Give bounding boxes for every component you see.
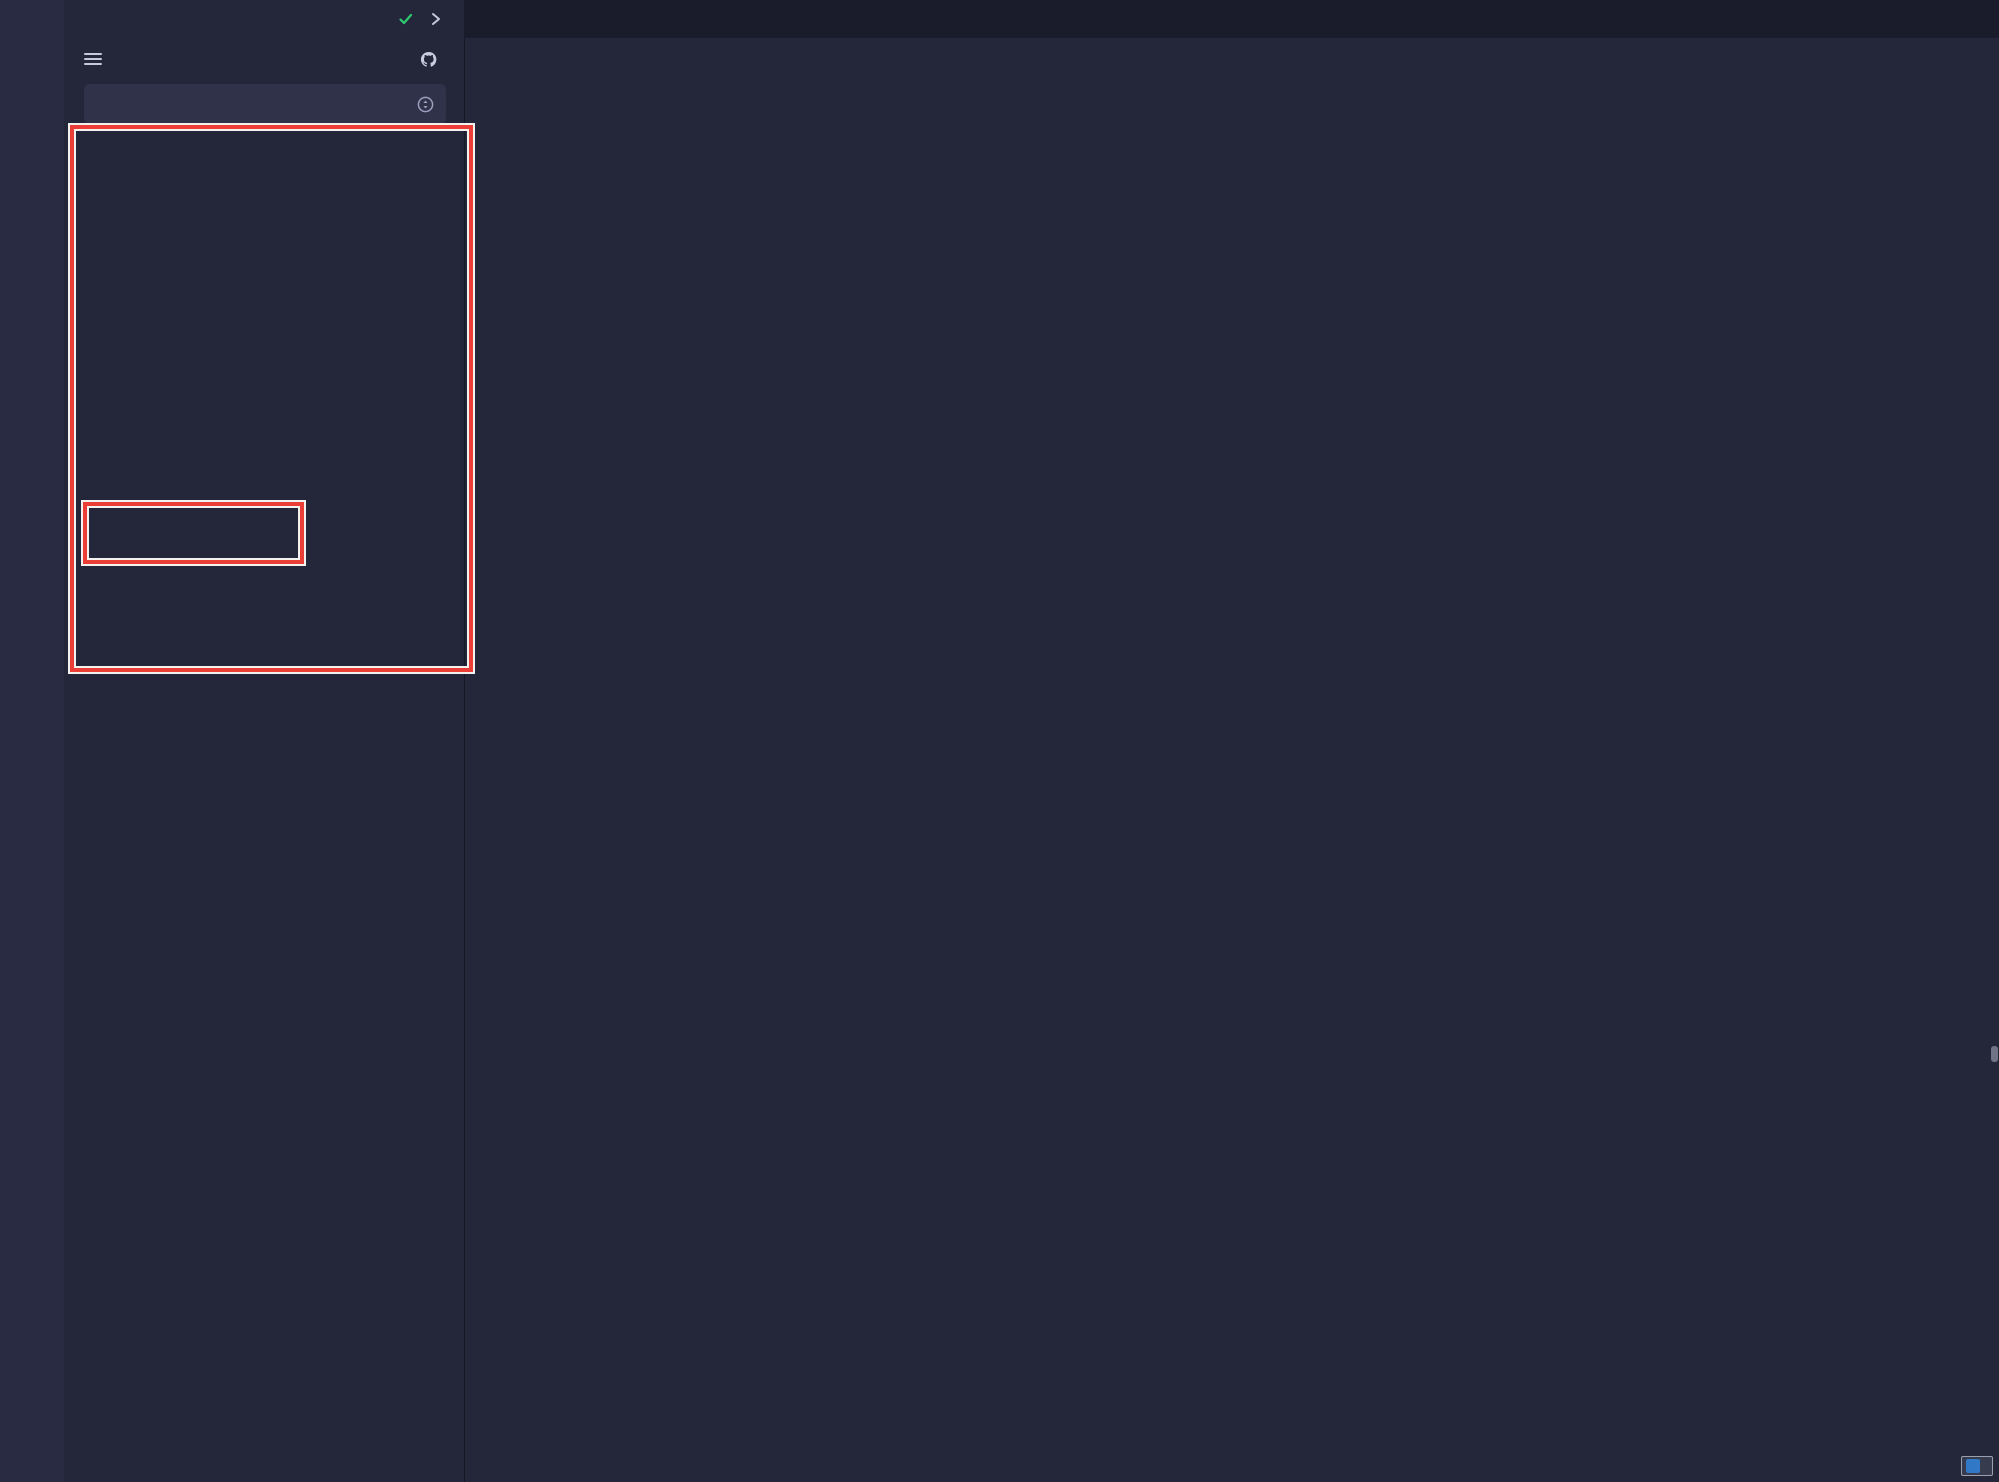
check-icon	[398, 11, 414, 27]
github-icon	[420, 51, 437, 68]
code-editor[interactable]	[464, 38, 1999, 1482]
annotely-logo-icon	[1966, 1459, 1980, 1473]
file-explorer-header	[64, 0, 464, 38]
workspaces-menu-icon[interactable]	[84, 52, 102, 66]
editor-scrollbar[interactable]	[1990, 38, 1999, 1482]
activity-bar	[0, 0, 64, 1482]
chevron-right-icon[interactable]	[430, 12, 442, 26]
workspace-select[interactable]	[84, 84, 446, 124]
sign-in-button[interactable]	[420, 51, 444, 68]
editor-topbar	[464, 0, 1999, 38]
scrollbar-thumb[interactable]	[1991, 1046, 1998, 1062]
watermark	[1961, 1456, 1993, 1476]
file-explorer-panel	[64, 0, 465, 1482]
workspace-switch-icon	[417, 96, 434, 113]
